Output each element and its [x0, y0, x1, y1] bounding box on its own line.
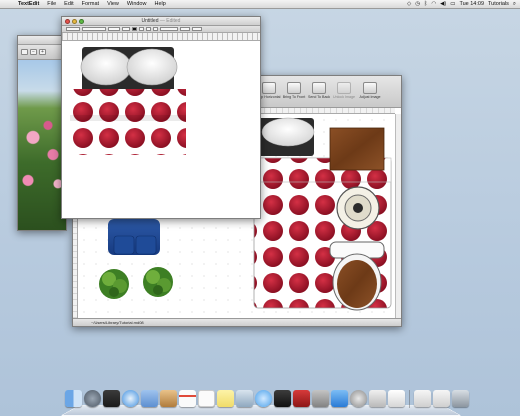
pasted-bed-image[interactable] [70, 47, 186, 155]
menu-edit[interactable]: Edit [60, 0, 77, 9]
documents-icon[interactable] [433, 390, 450, 407]
unlock-icon [337, 82, 351, 94]
window-title: Untitled — Edited [62, 17, 260, 26]
spacing-select[interactable] [180, 27, 190, 31]
omnigraffle-icon[interactable] [369, 390, 386, 407]
adjust-image-button[interactable]: Adjust Image [356, 82, 384, 99]
file-path-label: ~/Users/Library/Tutorial.md08 [91, 320, 144, 325]
menu-window[interactable]: Window [123, 0, 151, 9]
facetime-icon[interactable] [274, 390, 291, 407]
toilet-shape[interactable] [329, 241, 385, 311]
alignment-buttons[interactable] [160, 27, 178, 31]
app-store-icon[interactable] [331, 390, 348, 407]
stacks-icon[interactable] [414, 390, 431, 407]
finder-icon[interactable] [65, 390, 82, 407]
menu-view[interactable]: View [103, 0, 123, 9]
document-title: Untitled [141, 17, 159, 24]
mail-icon[interactable] [141, 390, 158, 407]
dock-icons [65, 390, 469, 408]
flip-icon [262, 82, 276, 94]
vertical-scrollbar[interactable] [395, 114, 401, 318]
sidebar-icon[interactable] [21, 49, 28, 55]
textedit-icon[interactable] [388, 390, 405, 407]
bold-button[interactable] [139, 27, 144, 31]
format-bar [62, 26, 260, 33]
side-table-shape[interactable] [329, 127, 385, 171]
bring-to-front-button[interactable]: Bring To Front [280, 82, 308, 99]
document-status: — Edited [159, 17, 181, 24]
menu-help[interactable]: Help [150, 0, 169, 9]
roll-shape[interactable] [336, 186, 380, 230]
menu-format[interactable]: Format [78, 0, 103, 9]
timemachine-icon[interactable]: ◷ [415, 0, 420, 9]
italic-button[interactable] [146, 27, 151, 31]
dock-separator [409, 390, 410, 408]
volume-icon[interactable]: ◀) [440, 0, 446, 9]
zoom-out-icon[interactable]: − [30, 49, 37, 55]
photo-booth-icon[interactable] [103, 390, 120, 407]
paragraph-style-select[interactable] [66, 27, 80, 31]
dropbox-icon[interactable]: ◇ [407, 0, 411, 9]
battery-icon[interactable]: ▭ [450, 0, 455, 9]
system-preferences-icon[interactable] [350, 390, 367, 407]
document-body[interactable] [62, 42, 260, 218]
unlock-image-button[interactable]: Unlock Image [330, 82, 358, 99]
contacts-icon[interactable] [160, 390, 177, 407]
textedit-titlebar[interactable]: Untitled — Edited [62, 17, 260, 26]
reminders-icon[interactable] [198, 390, 215, 407]
adjust-icon [363, 82, 377, 94]
preview-window[interactable]: − + [17, 35, 67, 231]
text-color-swatch[interactable] [132, 27, 137, 31]
spotlight-icon[interactable]: ⌕ [513, 0, 516, 9]
menu-file[interactable]: File [43, 0, 60, 9]
trash-icon[interactable] [452, 390, 469, 407]
menubar-user[interactable]: Tutorials [488, 0, 509, 9]
font-style-select[interactable] [108, 27, 120, 31]
preview-titlebar[interactable] [18, 36, 66, 45]
rocket-icon[interactable] [84, 390, 101, 407]
notes-icon[interactable] [217, 390, 234, 407]
list-select[interactable] [192, 27, 202, 31]
menu-bar: TextEdit File Edit Format View Window He… [0, 0, 520, 9]
textedit-window[interactable]: Untitled — Edited [61, 16, 261, 219]
wifi-icon[interactable]: ◠ [431, 0, 436, 9]
font-family-select[interactable] [82, 27, 106, 31]
underline-button[interactable] [153, 27, 158, 31]
preview-icon[interactable] [236, 390, 253, 407]
itunes-icon[interactable] [293, 390, 310, 407]
textedit-ruler[interactable] [62, 33, 260, 41]
armchair-shape[interactable] [108, 219, 160, 255]
font-size-select[interactable] [122, 27, 130, 31]
zoom-in-icon[interactable]: + [39, 49, 46, 55]
preview-toolbar: − + [18, 45, 66, 60]
back-icon [312, 82, 326, 94]
plant-shape-1[interactable] [99, 269, 129, 299]
menu-app-name[interactable]: TextEdit [14, 0, 43, 9]
dock [60, 388, 469, 416]
safari-icon[interactable] [122, 390, 139, 407]
plant-shape-2[interactable] [143, 267, 173, 297]
messages-icon[interactable] [255, 390, 272, 407]
send-to-back-button[interactable]: Send To Back [305, 82, 333, 99]
menubar-clock[interactable]: Tue 14:09 [459, 0, 484, 9]
status-bar: ~/Users/Library/Tutorial.md08 [73, 318, 401, 326]
front-icon [287, 82, 301, 94]
calendar-icon[interactable] [179, 390, 196, 407]
bluetooth-icon[interactable]: ᛒ [424, 0, 427, 9]
iphoto-icon[interactable] [312, 390, 329, 407]
flower-photo [18, 60, 66, 230]
